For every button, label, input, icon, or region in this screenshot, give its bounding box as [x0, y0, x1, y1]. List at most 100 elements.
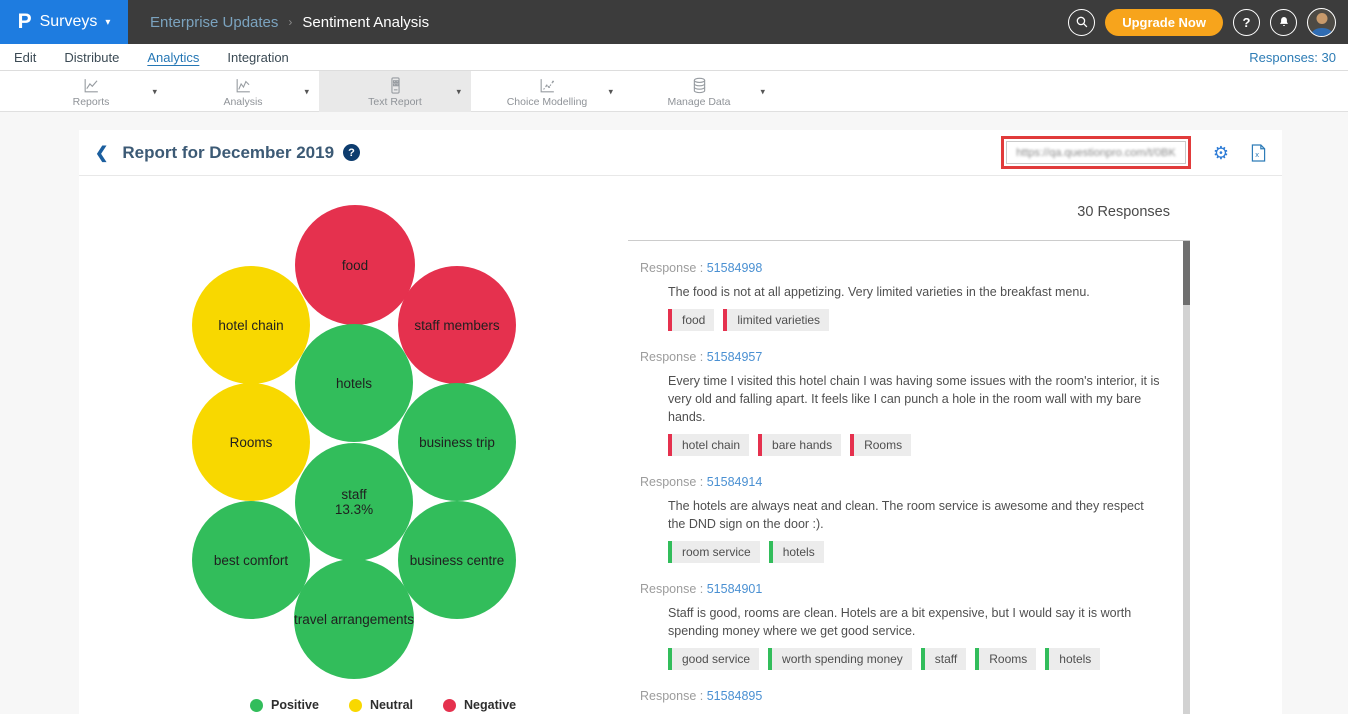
bubble-food[interactable]: food	[295, 205, 415, 325]
response-prefix: Response :	[640, 689, 703, 703]
toolbar-tab-analysis[interactable]: Analysis ▾	[167, 71, 319, 112]
report-header: ❮ Report for December 2019 ? https://qa.…	[79, 130, 1282, 176]
scrollbar-thumb[interactable]	[1183, 241, 1190, 305]
bubble-label: business trip	[419, 435, 495, 450]
nav-item-distribute[interactable]: Distribute	[64, 50, 119, 65]
bubble-label: business centre	[410, 553, 505, 568]
bubble-travel-arrangements[interactable]: travel arrangements	[294, 559, 414, 679]
response-header: Response : 51584998	[640, 261, 1190, 275]
bubble-best-comfort[interactable]: best comfort	[192, 501, 310, 619]
report-card: ❮ Report for December 2019 ? https://qa.…	[79, 130, 1282, 714]
response-item: Response : 51584914 The hotels are alway…	[640, 475, 1190, 563]
positive-dot-icon	[250, 699, 263, 712]
bubble-rooms[interactable]: Rooms	[192, 383, 310, 501]
chevron-down-icon[interactable]: ▾	[608, 86, 613, 97]
response-id-link[interactable]: 51584901	[707, 582, 763, 596]
back-button[interactable]: ❮	[95, 143, 108, 163]
toolbar-tab-reports[interactable]: Reports ▾	[15, 71, 167, 112]
bubble-business-trip[interactable]: business trip	[398, 383, 516, 501]
nav-item-edit[interactable]: Edit	[14, 50, 36, 65]
toolbar-tab-text-report[interactable]: Text Report ▾	[319, 71, 471, 112]
analysis-chart-icon	[234, 76, 253, 95]
user-avatar[interactable]	[1307, 8, 1336, 37]
settings-gear-icon[interactable]: ⚙	[1213, 144, 1229, 162]
bubble-business-centre[interactable]: business centre	[398, 501, 516, 619]
toolbar-tab-label: Manage Data	[667, 96, 730, 108]
response-header: Response : 51584914	[640, 475, 1190, 489]
brand-label: Surveys	[40, 13, 98, 31]
bubble-staff[interactable]: staff 13.3%	[295, 443, 413, 561]
chevron-down-icon[interactable]: ▾	[456, 86, 461, 97]
bubble-hotel-chain[interactable]: hotel chain	[192, 266, 310, 384]
response-id-link[interactable]: 51584957	[707, 350, 763, 364]
toolbar-tab-manage-data[interactable]: Manage Data ▾	[623, 71, 775, 112]
tag[interactable]: food	[668, 309, 714, 331]
upgrade-now-button[interactable]: Upgrade Now	[1105, 9, 1223, 36]
tag[interactable]: worth spending money	[768, 648, 912, 670]
bubble-hotels[interactable]: hotels	[295, 324, 413, 442]
legend-label: Positive	[271, 698, 319, 712]
brand-logo[interactable]: P Surveys ▾	[0, 0, 128, 44]
tag[interactable]: hotel chain	[668, 434, 749, 456]
bubble-label: staff members	[414, 318, 499, 333]
response-tags: room service hotels	[668, 541, 1190, 563]
chart-legend: Positive Neutral Negative	[250, 698, 516, 712]
chevron-down-icon[interactable]: ▾	[304, 86, 309, 97]
response-text: The food is not at all appetizing. Very …	[668, 283, 1160, 301]
response-item: Response : 51584895	[640, 689, 1190, 703]
tag[interactable]: good service	[668, 648, 759, 670]
bubble-label: hotel chain	[218, 318, 283, 333]
bubble-staff-members[interactable]: staff members	[398, 266, 516, 384]
tag[interactable]: hotels	[769, 541, 824, 563]
breadcrumb-separator: ›	[288, 15, 292, 29]
bubble-label: food	[342, 258, 368, 273]
report-header-actions: https://qa.questionpro.com/t/0BK ⚙ x	[1001, 136, 1266, 169]
legend-item-negative: Negative	[443, 698, 516, 712]
tag[interactable]: Rooms	[850, 434, 911, 456]
line-chart-icon	[82, 76, 101, 95]
toolbar-tab-choice-modelling[interactable]: Choice Modelling ▾	[471, 71, 623, 112]
responses-count-label: Responses: 30	[1249, 50, 1336, 65]
responses-panel: 30 Responses Response : 51584998 The foo…	[628, 202, 1190, 714]
toolbar-tab-label: Analysis	[223, 96, 262, 108]
tag[interactable]: limited varieties	[723, 309, 829, 331]
bubble-label: best comfort	[214, 553, 288, 568]
neutral-dot-icon	[349, 699, 362, 712]
legend-label: Negative	[464, 698, 516, 712]
tag[interactable]: staff	[921, 648, 966, 670]
nav-item-integration[interactable]: Integration	[227, 50, 288, 65]
response-id-link[interactable]: 51584895	[707, 689, 763, 703]
toolbar-tab-label: Choice Modelling	[507, 96, 588, 108]
response-header: Response : 51584957	[640, 350, 1190, 364]
survey-navbar: Edit Distribute Analytics Integration Re…	[0, 44, 1348, 71]
response-prefix: Response :	[640, 261, 703, 275]
tag[interactable]: Rooms	[975, 648, 1036, 670]
share-url-field[interactable]: https://qa.questionpro.com/t/0BK	[1006, 141, 1186, 164]
share-url-text: https://qa.questionpro.com/t/0BK	[1016, 147, 1176, 159]
response-text: Every time I visited this hotel chain I …	[668, 372, 1160, 426]
response-prefix: Response :	[640, 475, 703, 489]
help-button[interactable]: ?	[1233, 9, 1260, 36]
bubble-value: 13.3%	[335, 502, 373, 517]
tag[interactable]: room service	[668, 541, 760, 563]
tag[interactable]: hotels	[1045, 648, 1100, 670]
breadcrumb-parent-link[interactable]: Enterprise Updates	[150, 14, 278, 31]
responses-count-header: 30 Responses	[628, 202, 1190, 222]
chevron-down-icon[interactable]: ▾	[760, 86, 765, 97]
response-header: Response : 51584895	[640, 689, 1190, 703]
search-button[interactable]	[1068, 9, 1095, 36]
response-id-link[interactable]: 51584998	[707, 261, 763, 275]
nav-item-analytics[interactable]: Analytics	[147, 50, 199, 65]
topbar-actions: Upgrade Now ?	[1068, 8, 1348, 37]
toolbar-tab-label: Text Report	[368, 96, 422, 108]
response-id-link[interactable]: 51584914	[707, 475, 763, 489]
response-tags: hotel chain bare hands Rooms	[668, 434, 1190, 456]
responses-scrollbar[interactable]	[1183, 241, 1190, 714]
tag[interactable]: bare hands	[758, 434, 841, 456]
share-url-highlight: https://qa.questionpro.com/t/0BK	[1001, 136, 1191, 169]
report-help-icon[interactable]: ?	[343, 144, 360, 161]
notifications-button[interactable]	[1270, 9, 1297, 36]
export-document-icon[interactable]: x	[1251, 144, 1266, 162]
chevron-down-icon[interactable]: ▾	[152, 86, 157, 97]
questionpro-logo-icon: P	[18, 10, 32, 34]
